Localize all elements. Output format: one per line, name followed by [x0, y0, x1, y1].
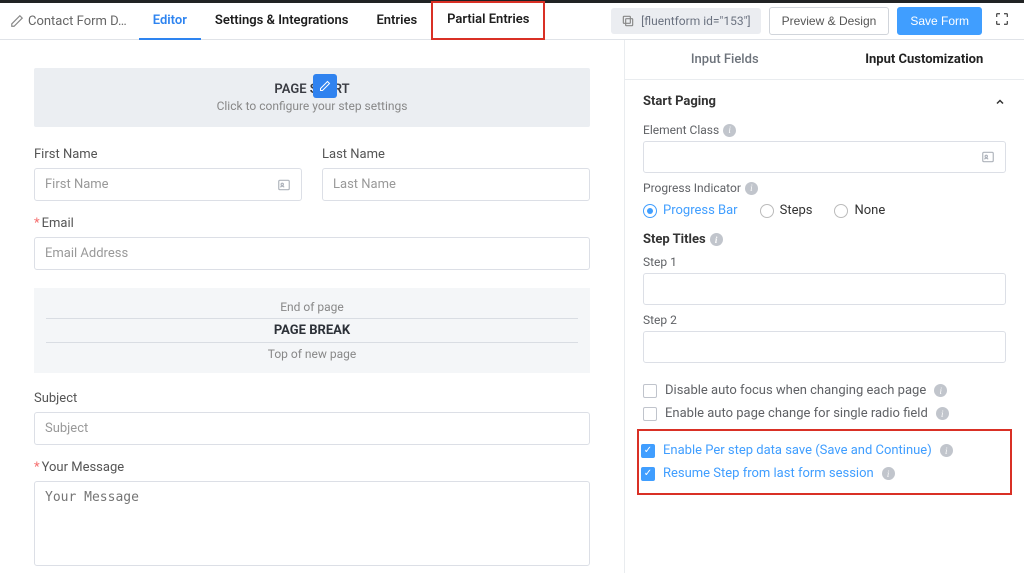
page-break-block[interactable]: End of page PAGE BREAK Top of new page — [34, 288, 590, 373]
subject-label: Subject — [34, 391, 590, 406]
page-start-block[interactable]: PAGE START Click to configure your step … — [34, 68, 590, 127]
page-break-top: Top of new page — [46, 347, 578, 361]
info-icon[interactable]: i — [934, 384, 947, 397]
check-autofocus[interactable]: Disable auto focus when changing each pa… — [643, 383, 1006, 398]
check-resume-step[interactable]: Resume Step from last form session i — [641, 466, 1002, 481]
first-name-input[interactable]: First Name — [34, 168, 302, 201]
subject-input[interactable]: Subject — [34, 412, 590, 445]
highlight-box: Enable Per step data save (Save and Cont… — [637, 429, 1012, 495]
check-per-step-save[interactable]: Enable Per step data save (Save and Cont… — [641, 443, 1002, 458]
message-input[interactable] — [34, 481, 590, 566]
tab-editor[interactable]: Editor — [139, 3, 201, 40]
step2-input[interactable] — [643, 331, 1006, 363]
preview-button[interactable]: Preview & Design — [769, 7, 890, 35]
pencil-icon[interactable] — [313, 74, 337, 98]
info-icon[interactable]: i — [723, 124, 736, 137]
step1-input[interactable] — [643, 273, 1006, 305]
step-titles-label: Step Titles i — [643, 232, 1006, 247]
header-tabs: Editor Settings & Integrations Entries P… — [139, 3, 546, 40]
fullscreen-icon[interactable] — [990, 7, 1014, 35]
breadcrumb[interactable]: Contact Form D… — [10, 14, 135, 29]
checkbox-icon — [643, 384, 657, 398]
radio-steps[interactable]: Steps — [760, 203, 813, 218]
check-autopage[interactable]: Enable auto page change for single radio… — [643, 406, 1006, 421]
page-break-end: End of page — [46, 300, 578, 314]
email-label: *Email — [34, 216, 590, 231]
tab-partial-entries[interactable]: Partial Entries — [431, 1, 545, 40]
progress-radios: Progress Bar Steps None — [643, 203, 1006, 218]
copy-icon — [621, 14, 635, 28]
form-builder: PAGE START Click to configure your step … — [0, 40, 624, 573]
info-icon[interactable]: i — [745, 182, 758, 195]
contact-icon — [981, 150, 995, 164]
chevron-up-icon — [994, 96, 1006, 108]
element-class-input[interactable] — [643, 141, 1006, 173]
progress-indicator-label: Progress Indicator i — [643, 181, 1006, 195]
email-input[interactable]: Email Address — [34, 237, 590, 270]
radio-progress-bar[interactable]: Progress Bar — [643, 203, 738, 218]
shortcode-box[interactable]: [fluentform id="153"] — [611, 8, 760, 34]
topbar: Contact Form D… Editor Settings & Integr… — [0, 0, 1024, 40]
first-name-label: First Name — [34, 147, 302, 162]
edit-icon — [10, 14, 24, 28]
info-icon[interactable]: i — [882, 467, 895, 480]
element-class-label: Element Class i — [643, 123, 1006, 137]
message-label: *Your Message — [34, 460, 590, 475]
page-start-title: PAGE START — [48, 82, 576, 97]
last-name-input[interactable]: Last Name — [322, 168, 590, 201]
tab-settings[interactable]: Settings & Integrations — [201, 3, 363, 40]
rtab-input-customization[interactable]: Input Customization — [825, 40, 1024, 79]
checkbox-icon — [643, 407, 657, 421]
save-button[interactable]: Save Form — [897, 7, 982, 35]
contact-icon — [277, 178, 291, 192]
page-start-sub: Click to configure your step settings — [48, 99, 576, 113]
checkbox-icon — [641, 467, 655, 481]
radio-none[interactable]: None — [834, 203, 885, 218]
page-break-label: PAGE BREAK — [46, 323, 578, 338]
last-name-label: Last Name — [322, 147, 590, 162]
checkbox-icon — [641, 444, 655, 458]
sidebar: Input Fields Input Customization Start P… — [624, 40, 1024, 573]
info-icon[interactable]: i — [936, 407, 949, 420]
tab-entries[interactable]: Entries — [362, 3, 431, 40]
form-name: Contact Form D… — [28, 14, 127, 29]
info-icon[interactable]: i — [940, 444, 953, 457]
section-start-paging[interactable]: Start Paging — [643, 94, 1006, 109]
step2-label: Step 2 — [643, 313, 1006, 327]
info-icon[interactable]: i — [710, 233, 723, 246]
topbar-actions: [fluentform id="153"] Preview & Design S… — [611, 7, 1014, 35]
step1-label: Step 1 — [643, 255, 1006, 269]
rtab-input-fields[interactable]: Input Fields — [625, 40, 825, 79]
